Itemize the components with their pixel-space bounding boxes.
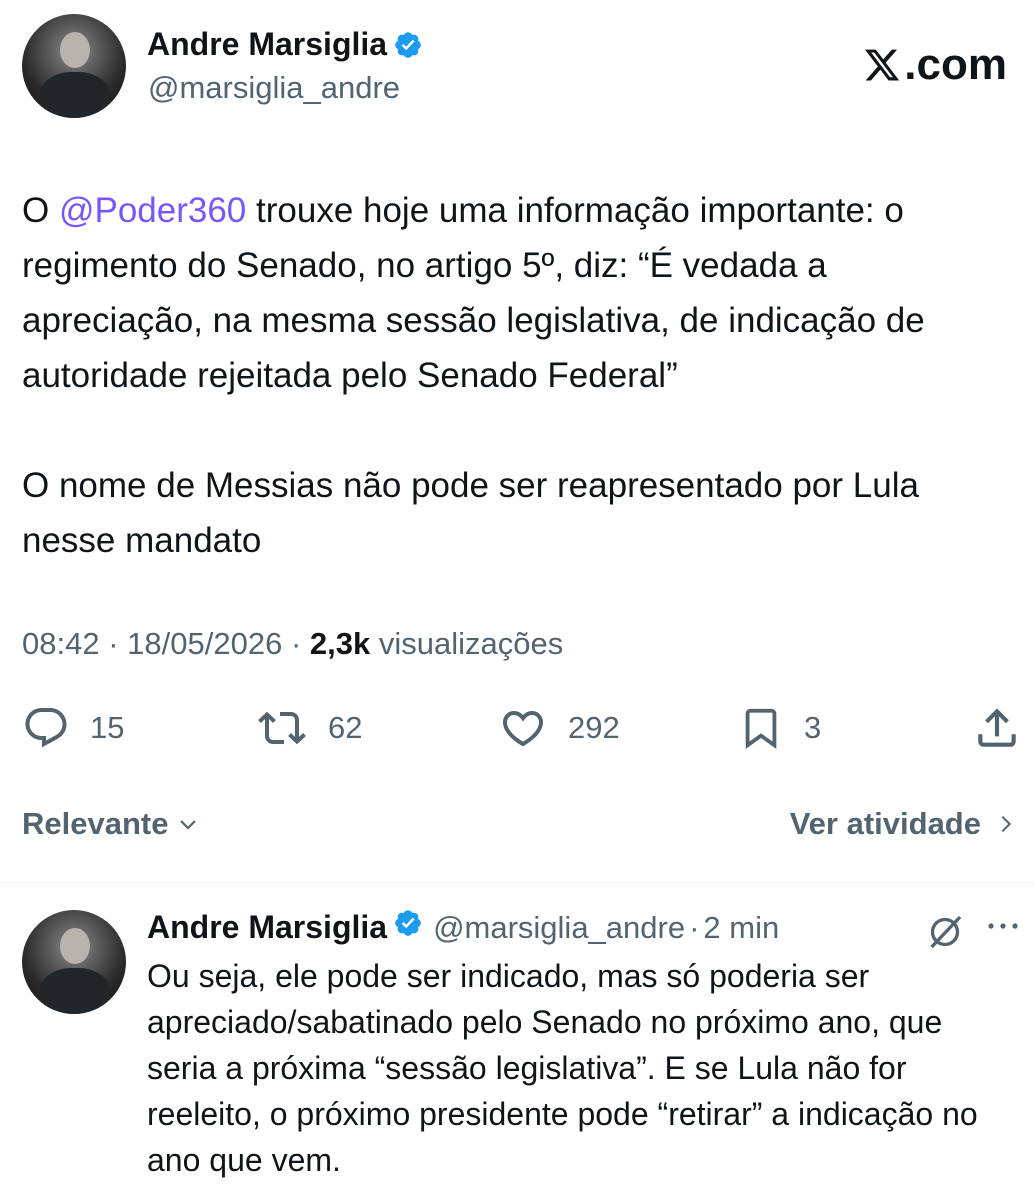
avatar-head-shape: [60, 32, 90, 68]
like-icon: [502, 711, 544, 747]
chevron-down-icon: [180, 820, 197, 830]
sort-label: Relevante: [22, 806, 169, 841]
reply-icon: [25, 708, 67, 748]
section-divider: [0, 882, 1035, 883]
author-avatar[interactable]: [22, 14, 126, 118]
retweet-icon: [258, 711, 306, 745]
retweet-count: 62: [328, 710, 363, 745]
bookmark-button[interactable]: 3: [738, 700, 821, 756]
x-logo-icon: [865, 49, 900, 81]
bookmark-icon: [745, 708, 777, 749]
author-name[interactable]: Andre Marsiglia: [147, 26, 387, 62]
tweet-body: O @Poder360 trouxe hoje uma informação i…: [22, 183, 1017, 568]
grok-icon[interactable]: [925, 912, 965, 957]
reply-author-handle[interactable]: @marsiglia_andre: [433, 910, 685, 946]
mention-link[interactable]: @Poder360: [59, 191, 246, 230]
reply-count: 15: [90, 710, 125, 745]
retweet-button[interactable]: 62: [256, 700, 362, 756]
author-handle[interactable]: @marsiglia_andre: [148, 70, 400, 106]
tweet-date[interactable]: 18/05/2026: [127, 626, 282, 661]
tweet-paragraph-1: O @Poder360 trouxe hoje uma informação i…: [22, 183, 1017, 403]
avatar-body-shape: [40, 968, 110, 1014]
reply-separator: ·: [689, 910, 700, 945]
view-activity-label: Ver atividade: [789, 806, 981, 841]
tweet-paragraph-2: O nome de Messias não pode ser reapresen…: [22, 466, 919, 560]
author-name-row[interactable]: Andre Marsiglia: [147, 26, 423, 68]
like-count: 292: [568, 710, 620, 745]
tweet-page: Andre Marsiglia @marsiglia_andre .com O …: [0, 0, 1035, 1200]
share-button[interactable]: [972, 700, 1022, 756]
views-label: visualizações: [378, 626, 564, 661]
action-bar: 15 62 292 3: [0, 700, 1035, 756]
reply-header: Andre Marsiglia @marsiglia_andre · 2 min: [147, 908, 779, 946]
sort-dropdown[interactable]: Relevante: [22, 806, 200, 842]
verified-badge-icon[interactable]: [393, 908, 423, 943]
reply-body: Ou seja, ele pode ser indicado, mas só p…: [147, 958, 978, 1178]
view-activity-link[interactable]: Ver atividade: [790, 806, 1017, 842]
tweet-meta: 08:42 · 18/05/2026 · 2,3k visualizações: [22, 626, 563, 662]
views-count[interactable]: 2,3k: [310, 626, 370, 661]
avatar-head-shape: [60, 928, 90, 964]
tweet-text-prefix: O: [22, 191, 59, 230]
brand-domain: .com: [904, 40, 1007, 89]
bookmark-count: 3: [804, 710, 822, 745]
avatar-body-shape: [40, 72, 110, 118]
reply-button[interactable]: 15: [22, 700, 124, 756]
meta-separator: ·: [108, 626, 119, 661]
like-button[interactable]: 292: [498, 700, 620, 756]
reply-author-avatar[interactable]: [22, 910, 126, 1014]
more-icon[interactable]: [985, 918, 1021, 939]
chevron-right-icon: [1001, 815, 1012, 833]
reply-author-name[interactable]: Andre Marsiglia: [147, 909, 387, 946]
x-com-logo: .com: [862, 40, 1007, 90]
tweet-time[interactable]: 08:42: [22, 626, 100, 661]
verified-badge-icon[interactable]: [393, 30, 423, 68]
reply-time[interactable]: 2 min: [703, 910, 779, 946]
share-icon: [978, 708, 1016, 747]
meta-separator: ·: [290, 626, 302, 661]
